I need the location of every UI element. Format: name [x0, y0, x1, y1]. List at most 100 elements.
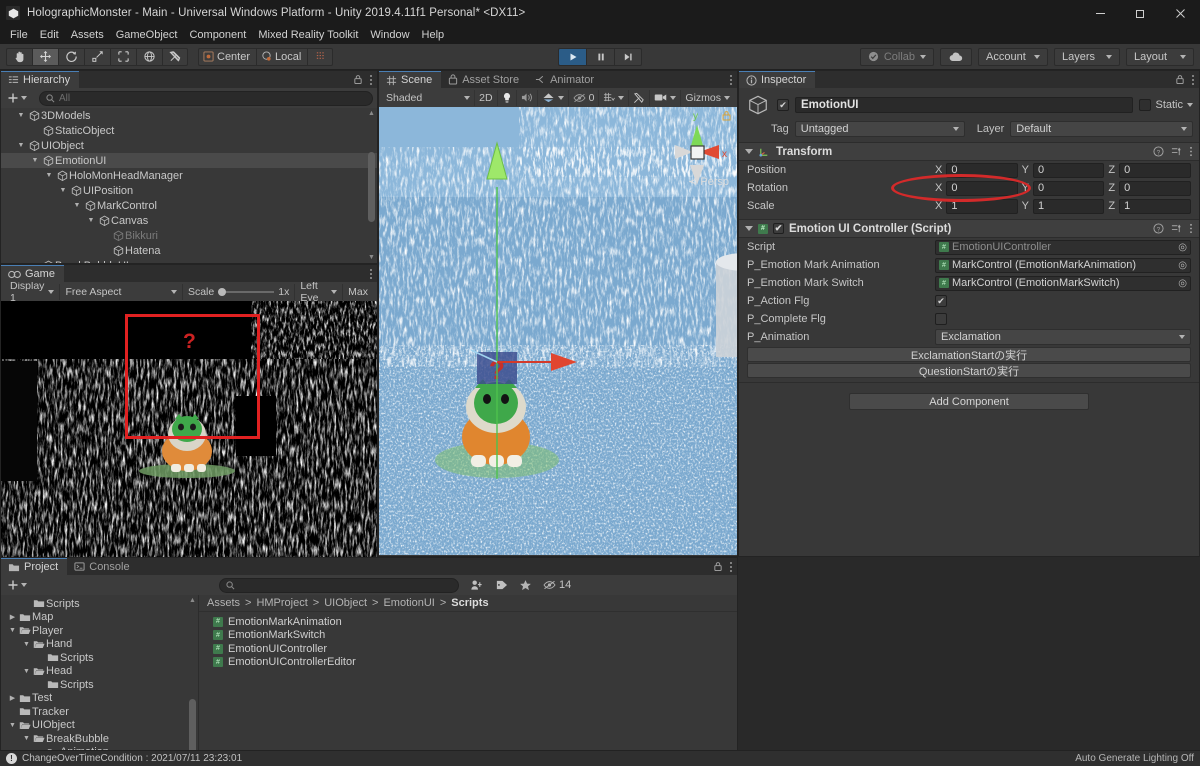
- expand-arrow-icon[interactable]: ▼: [21, 668, 32, 675]
- lock-icon[interactable]: [353, 74, 363, 85]
- hierarchy-tree[interactable]: ▼ 3DModels StaticObject ▼ UIObject ▼ EmotionUI…: [1, 108, 377, 263]
- tab-scene[interactable]: Scene: [379, 71, 442, 88]
- breadcrumb-segment[interactable]: EmotionUI: [383, 597, 434, 609]
- preset-icon[interactable]: [1171, 146, 1182, 157]
- object-picker-icon[interactable]: ◎: [1178, 260, 1187, 271]
- kebab-menu-icon[interactable]: [1189, 146, 1193, 157]
- tab-animator[interactable]: Animator: [528, 71, 604, 88]
- tag-dropdown[interactable]: Untagged: [794, 121, 965, 137]
- expand-arrow-icon[interactable]: ▶: [7, 613, 18, 621]
- help-icon[interactable]: ?: [1153, 223, 1164, 234]
- scale-x-input[interactable]: 1: [946, 198, 1018, 214]
- game-maximize-toggle[interactable]: Max: [343, 284, 373, 300]
- tab-game[interactable]: Game: [1, 265, 64, 282]
- filter-by-type-icon[interactable]: [470, 579, 484, 591]
- collapse-triangle-icon[interactable]: [745, 149, 753, 154]
- scene-hidden-objects-toggle[interactable]: 0: [569, 89, 600, 106]
- scene-gizmos-dropdown[interactable]: Gizmos: [681, 90, 734, 106]
- scene-component-tools-icon[interactable]: [629, 89, 651, 106]
- scene-grid-dropdown[interactable]: [599, 89, 630, 106]
- favorites-star-icon[interactable]: [519, 579, 532, 591]
- layer-dropdown[interactable]: Default: [1010, 121, 1193, 137]
- pivot-mode-button[interactable]: Center: [198, 47, 257, 66]
- menu-help[interactable]: Help: [416, 26, 451, 44]
- expand-arrow-icon[interactable]: ▶: [7, 694, 18, 702]
- breadcrumb-segment[interactable]: HMProject: [256, 597, 307, 609]
- tab-hierarchy[interactable]: Hierarchy: [1, 71, 80, 88]
- scale-z-input[interactable]: 1: [1119, 198, 1192, 214]
- status-bar[interactable]: ! ChangeOverTimeCondition : 2021/07/11 2…: [0, 750, 1200, 766]
- kebab-menu-icon[interactable]: [369, 268, 373, 280]
- expand-arrow-icon[interactable]: ▼: [85, 217, 97, 224]
- static-toggle[interactable]: Static: [1139, 99, 1193, 111]
- scroll-down-arrow[interactable]: ▼: [368, 254, 375, 261]
- hierarchy-item-staticobject[interactable]: StaticObject: [1, 123, 377, 138]
- rotation-x-input[interactable]: 0: [946, 180, 1018, 196]
- play-button[interactable]: [558, 47, 586, 66]
- expand-arrow-icon[interactable]: ▼: [29, 157, 41, 164]
- grid-snap-icon[interactable]: [307, 47, 334, 66]
- create-object-button[interactable]: [5, 92, 29, 104]
- help-icon[interactable]: ?: [1153, 146, 1164, 157]
- menu-assets[interactable]: Assets: [65, 26, 110, 44]
- object-enabled-checkbox[interactable]: [777, 99, 789, 111]
- transform-component-header[interactable]: Transform ?: [739, 142, 1199, 161]
- object-picker-icon[interactable]: ◎: [1178, 278, 1187, 289]
- kebab-menu-icon[interactable]: [1189, 223, 1193, 234]
- kebab-menu-icon[interactable]: [729, 74, 733, 86]
- scale-y-input[interactable]: 1: [1033, 198, 1105, 214]
- rotation-y-input[interactable]: 0: [1033, 180, 1105, 196]
- hierarchy-search-input[interactable]: All: [39, 90, 373, 106]
- project-folder-tracker[interactable]: Tracker: [1, 705, 198, 719]
- rect-tool-icon[interactable]: [110, 47, 136, 66]
- minimize-button[interactable]: [1080, 0, 1120, 26]
- rotation-z-input[interactable]: 0: [1119, 180, 1192, 196]
- filter-by-label-icon[interactable]: [495, 579, 508, 591]
- expand-arrow-icon[interactable]: ▼: [15, 112, 27, 119]
- hierarchy-scroll-thumb[interactable]: [368, 152, 375, 222]
- scene-audio-toggle[interactable]: [517, 89, 538, 106]
- scale-slider-track[interactable]: [218, 287, 275, 296]
- hand-tool-icon[interactable]: [6, 47, 32, 66]
- scene-camera-dropdown[interactable]: [650, 89, 682, 106]
- scene-fx-dropdown[interactable]: [538, 89, 569, 106]
- project-folder-test[interactable]: ▶ Test: [1, 692, 198, 706]
- custom-tool-icon[interactable]: [162, 47, 188, 66]
- bool-checkbox[interactable]: [935, 313, 947, 325]
- project-folder-hand[interactable]: ▼ Hand: [1, 638, 198, 652]
- asset-item[interactable]: # EmotionMarkSwitch: [199, 629, 737, 643]
- scale-tool-icon[interactable]: [84, 47, 110, 66]
- script-action-button[interactable]: QuestionStartの実行: [747, 363, 1191, 378]
- menu-component[interactable]: Component: [183, 26, 252, 44]
- scale-slider-knob[interactable]: [218, 287, 227, 296]
- tab-inspector[interactable]: Inspector: [739, 71, 816, 88]
- tab-project[interactable]: Project: [1, 558, 68, 575]
- step-button[interactable]: [614, 47, 642, 66]
- menu-gameobject[interactable]: GameObject: [110, 26, 184, 44]
- expand-arrow-icon[interactable]: ▼: [7, 722, 18, 729]
- expand-arrow-icon[interactable]: ▼: [21, 641, 32, 648]
- move-tool-icon[interactable]: [32, 47, 58, 66]
- layers-button[interactable]: Layers: [1054, 47, 1120, 66]
- hierarchy-item-3dmodels[interactable]: ▼ 3DModels: [1, 108, 377, 123]
- object-name-input[interactable]: EmotionUI: [795, 97, 1134, 113]
- hierarchy-item-emotionui[interactable]: ▼ EmotionUI: [1, 153, 377, 168]
- menu-file[interactable]: File: [4, 26, 34, 44]
- asset-item[interactable]: # EmotionUIController: [199, 642, 737, 656]
- menu-window[interactable]: Window: [364, 26, 415, 44]
- expand-arrow-icon[interactable]: ▼: [15, 142, 27, 149]
- lock-icon[interactable]: [1175, 74, 1185, 85]
- object-field[interactable]: # EmotionUIController ◎: [935, 239, 1191, 255]
- project-search-input[interactable]: [219, 577, 459, 593]
- position-x-input[interactable]: 0: [946, 162, 1018, 178]
- project-folder-player[interactable]: ▼ Player: [1, 624, 198, 638]
- position-y-input[interactable]: 0: [1033, 162, 1105, 178]
- kebab-menu-icon[interactable]: [369, 74, 373, 86]
- project-folder-breakbubble[interactable]: ▼ BreakBubble: [1, 732, 198, 746]
- rotate-tool-icon[interactable]: [58, 47, 84, 66]
- asset-item[interactable]: # EmotionUIControllerEditor: [199, 656, 737, 670]
- expand-arrow-icon[interactable]: ▼: [7, 627, 18, 634]
- script-component-header[interactable]: # Emotion UI Controller (Script) ?: [739, 219, 1199, 238]
- collapse-triangle-icon[interactable]: [745, 226, 753, 231]
- expand-arrow-icon[interactable]: ▼: [71, 202, 83, 209]
